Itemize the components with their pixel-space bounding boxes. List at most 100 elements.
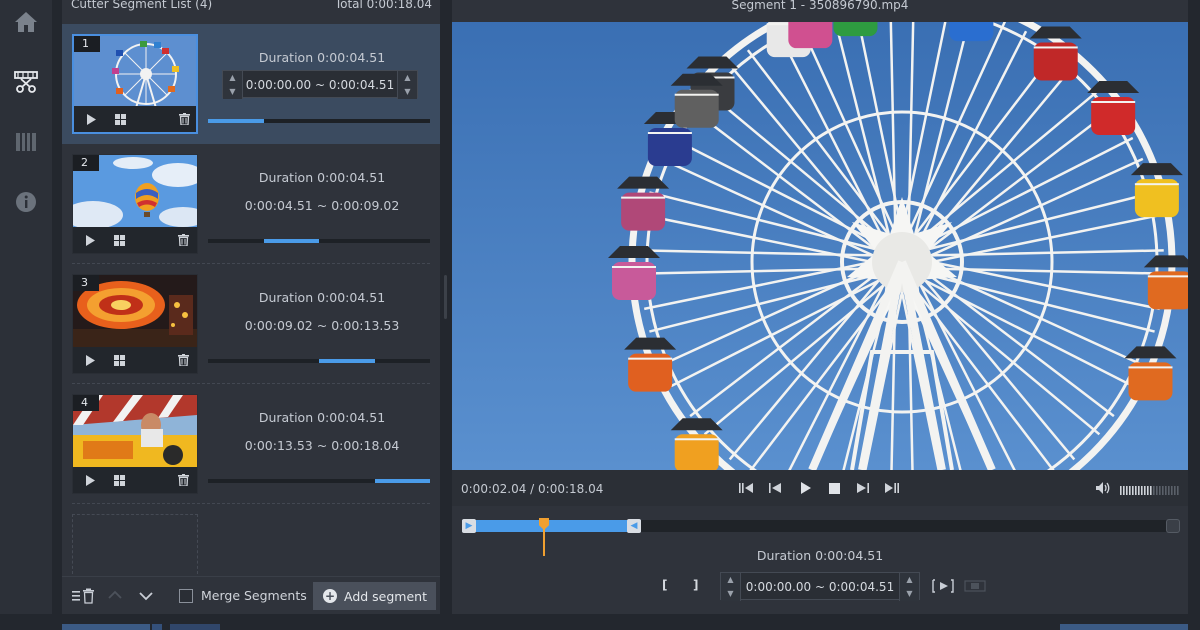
chevron-down-icon[interactable]: ▼ (398, 85, 417, 99)
video-frame[interactable] (452, 22, 1188, 470)
chevron-up-icon[interactable]: ▲ (398, 71, 417, 85)
segment-start: 0:00:13.53 (244, 438, 313, 453)
selection-range-text[interactable]: 0:00:00.00 ~ 0:00:04.51 (741, 580, 899, 594)
jump-to-end-button[interactable] (884, 481, 900, 495)
selection-end-handle[interactable]: ◀ (627, 519, 641, 533)
bottom-secondary-button[interactable] (170, 624, 220, 630)
cutter-icon (14, 71, 38, 93)
chevron-up-icon[interactable]: ▲ (721, 573, 740, 587)
segment-thumbnail[interactable]: 3 (72, 274, 198, 374)
segment-thumb-toolbar (74, 106, 196, 132)
prev-frame-button[interactable] (767, 481, 783, 495)
stop-selection-button[interactable] (964, 580, 986, 595)
trash-icon[interactable] (176, 473, 190, 487)
merge-segments-checkbox[interactable] (179, 589, 193, 603)
bottom-action-button[interactable] (62, 624, 150, 630)
play-selection-icon (932, 579, 954, 593)
start-stepper[interactable]: ▲ ▼ (721, 573, 741, 601)
chevron-up-icon[interactable]: ▲ (900, 573, 919, 587)
home-nav-button[interactable] (0, 2, 52, 42)
range-separator: ~ (316, 198, 328, 213)
range-separator: ~ (316, 318, 328, 333)
set-end-button[interactable]: ] (693, 578, 698, 592)
selection-duration: Duration 0:00:04.51 (756, 548, 884, 563)
timeline-selection[interactable] (462, 520, 641, 532)
segment-thumbnail[interactable]: 4 (72, 394, 198, 494)
bottom-export-button[interactable] (1060, 624, 1188, 630)
cutter-nav-button[interactable] (0, 62, 52, 102)
segment-range-editor[interactable]: ▲ ▼ 0:00:00.00 ~ 0:00:04.51 ▲ ▼ (222, 70, 418, 99)
move-up-button[interactable] (108, 589, 122, 603)
segment-end: 0:00:04.51 (328, 78, 395, 92)
clear-list-button[interactable] (72, 588, 96, 607)
playback-controls: 0:00:02.04 / 0:00:18.04 (452, 470, 1188, 506)
player-title: Segment 1 - 350896790.mp4 (731, 0, 909, 12)
chevron-left-icon: ◀ (630, 521, 638, 531)
segment-item-4[interactable]: 4 Duration 0:00:04.51 0:00:13.53 ~ 0:00:… (62, 384, 440, 504)
chevron-down-icon[interactable]: ▼ (223, 85, 242, 99)
play-selection-button[interactable] (932, 579, 954, 596)
segment-progress-track (208, 359, 430, 363)
selection-start-handle[interactable]: ▶ (462, 519, 476, 533)
skip-end-icon (885, 483, 899, 493)
trash-icon[interactable] (177, 112, 191, 126)
chevron-down-icon[interactable]: ▼ (900, 587, 919, 601)
grid-icon[interactable] (112, 233, 126, 247)
jump-to-start-button[interactable] (738, 481, 754, 495)
segment-divider (72, 503, 430, 504)
segment-item-3[interactable]: 3 Duration 0:00:04.51 0:00:09.02 ~ 0:00:… (62, 264, 440, 384)
segment-duration: Duration 0:00:04.51 (258, 410, 386, 425)
segment-progress-fill (263, 239, 319, 243)
grid-icon[interactable] (113, 112, 127, 126)
trash-icon[interactable] (176, 233, 190, 247)
segment-start: 0:00:04.51 (244, 198, 313, 213)
play-icon[interactable] (83, 233, 97, 247)
panel-splitter[interactable] (444, 275, 447, 319)
start-stepper[interactable]: ▲ ▼ (223, 71, 243, 99)
segment-thumb-toolbar (73, 467, 197, 493)
move-down-button[interactable] (139, 590, 153, 604)
info-nav-button[interactable] (0, 182, 52, 222)
total-time: 0:00:18.04 (538, 482, 604, 496)
segment-range-text: 0:00:04.51 ~ 0:00:09.02 (222, 198, 422, 213)
play-icon[interactable] (84, 112, 98, 126)
segment-range-text: 0:00:13.53 ~ 0:00:18.04 (222, 438, 422, 453)
end-stepper[interactable]: ▲ ▼ (397, 71, 417, 99)
stop-icon (828, 482, 840, 494)
segment-item-1[interactable]: 1 Duration 0:00:04.51 ▲ ▼ 0:00:00.00 ~ 0:… (62, 24, 440, 144)
add-segment-button[interactable]: + Add segment (313, 582, 436, 610)
segment-item-2[interactable]: 2 Duration 0:00:04.51 0:00:04.51 ~ 0:00:… (62, 144, 440, 264)
stop-button[interactable] (826, 481, 842, 495)
grid-icon[interactable] (112, 473, 126, 487)
segment-thumbnail[interactable]: 1 (72, 34, 198, 134)
chevron-down-icon (139, 592, 153, 601)
volume-button[interactable] (1095, 481, 1111, 495)
play-icon[interactable] (83, 353, 97, 367)
empty-segment-slot (72, 514, 198, 574)
segment-list-header: Cutter Segment List (4) Total 0:00:18.04 (62, 0, 440, 12)
chevron-up-icon[interactable]: ▲ (223, 71, 242, 85)
chevron-down-icon[interactable]: ▼ (721, 587, 740, 601)
play-icon[interactable] (83, 473, 97, 487)
segment-number: 3 (73, 275, 99, 291)
info-icon (16, 192, 36, 212)
end-stepper[interactable]: ▲ ▼ (899, 573, 919, 601)
play-button[interactable] (798, 481, 814, 495)
range-separator: ~ (314, 78, 326, 92)
timeline-track[interactable]: ▶ ◀ (462, 518, 1180, 556)
selection-range-editor[interactable]: ▲ ▼ 0:00:00.00 ~ 0:00:04.51 ▲ ▼ (720, 572, 920, 601)
bottom-action-dropdown[interactable] (152, 624, 162, 630)
grid-icon[interactable] (112, 353, 126, 367)
time-separator: / (530, 482, 535, 496)
chevron-right-icon: ▶ (465, 521, 473, 531)
next-frame-button[interactable] (855, 481, 871, 495)
segment-number: 1 (74, 36, 100, 52)
segment-list-footer: Merge Segments + Add segment (62, 576, 440, 614)
film-nav-button[interactable] (0, 122, 52, 162)
set-start-button[interactable]: [ (662, 578, 667, 592)
trash-icon[interactable] (176, 353, 190, 367)
segment-thumbnail[interactable]: 2 (72, 154, 198, 254)
volume-slider[interactable] (1120, 484, 1180, 495)
segment-progress-fill (374, 479, 430, 483)
segment-range-text[interactable]: 0:00:00.00 ~ 0:00:04.51 (243, 78, 397, 92)
